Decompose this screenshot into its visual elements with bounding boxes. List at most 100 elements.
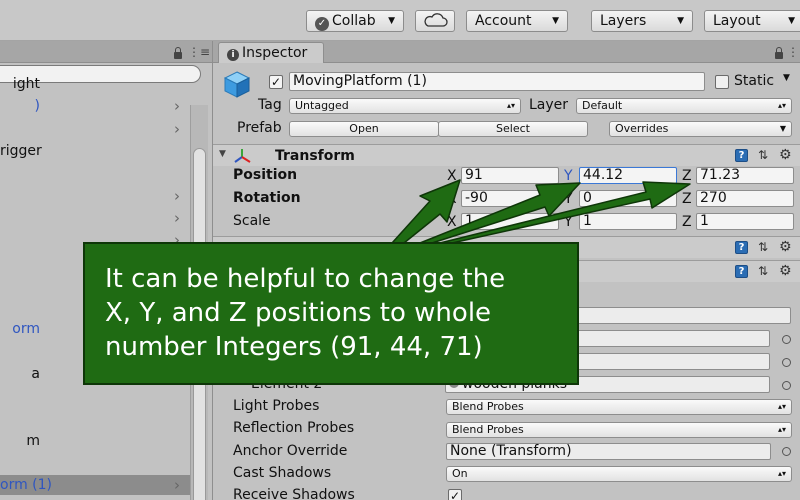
anchor-override-field[interactable]: None (Transform) [446,443,771,460]
updown-icon: ▴▾ [777,101,786,110]
cast-shadows-dropdown[interactable]: On ▴▾ [446,466,792,482]
position-label: Position [233,167,298,183]
position-z-label[interactable]: Z [682,167,692,185]
expand-arrow-icon[interactable]: › [174,475,180,495]
hierarchy-item[interactable]: rigger [0,141,190,161]
position-z-field[interactable]: 71.23 [696,167,794,184]
prefab-open-button[interactable]: Open [289,121,439,137]
gear-icon[interactable]: ⚙ [779,240,793,254]
hierarchy-item[interactable]: ight [0,74,190,94]
inspector-tab-label: Inspector [242,45,308,61]
cast-shadows-label: Cast Shadows [233,465,332,481]
rotation-z-field[interactable]: 270 [696,190,794,207]
object-picker-icon[interactable] [782,447,791,456]
scale-x-label[interactable]: X [447,213,457,231]
object-name-field[interactable]: MovingPlatform (1) [289,72,705,91]
lock-icon[interactable] [174,47,182,59]
hierarchy-item[interactable] [0,409,190,429]
help-icon[interactable]: ? [735,265,748,278]
annotation-callout: It can be helpful to change the X, Y, an… [83,242,579,385]
rotation-z-label[interactable]: Z [682,190,692,208]
static-dropdown-arrow[interactable]: ▼ [783,73,790,83]
help-icon[interactable]: ? [735,241,748,254]
gear-icon[interactable]: ⚙ [779,264,793,278]
light-probes-dropdown[interactable]: Blend Probes ▴▾ [446,399,792,415]
account-dropdown[interactable]: Account ▼ [466,10,568,32]
panel-menu-icon[interactable]: ⋮≡ [188,46,210,58]
rotation-x-field[interactable]: -90 [461,190,559,207]
check-circle-icon: ✓ [315,17,329,31]
tag-dropdown[interactable]: Untagged ▴▾ [289,98,521,114]
expand-arrow-icon[interactable]: › [174,208,180,228]
light-probes-value: Blend Probes [452,400,524,413]
hierarchy-item[interactable]: › [0,208,190,228]
object-picker-icon[interactable] [782,335,791,344]
inspector-tab-bar: iInspector ⋮≡ [213,41,800,63]
expand-arrow-icon[interactable]: › [174,96,180,116]
position-x-label[interactable]: X [447,167,457,185]
transform-title: Transform [275,148,355,164]
account-label: Account [475,13,532,29]
prefab-select-button[interactable]: Select [438,121,588,137]
rotation-y-label[interactable]: Y [564,190,573,208]
scale-y-label[interactable]: Y [564,213,573,231]
receive-shadows-checkbox[interactable]: ✓ [448,489,462,500]
anchor-override-label: Anchor Override [233,443,348,459]
hierarchy-item[interactable]: m [0,431,190,451]
gear-icon[interactable]: ⚙ [779,148,793,162]
transform-header[interactable]: ▼ Transform ? ⇅ ⚙ [213,144,800,166]
panel-menu-icon[interactable]: ⋮≡ [787,46,800,58]
scale-z-field[interactable]: 1 [696,213,794,230]
help-icon[interactable]: ? [735,149,748,162]
cube-icon [223,71,251,98]
cloud-button[interactable] [415,10,455,32]
foldout-arrow-icon[interactable]: ▼ [219,149,226,159]
reflection-probes-dropdown[interactable]: Blend Probes ▴▾ [446,422,792,438]
chevron-down-icon: ▼ [779,124,786,133]
hierarchy-item[interactable] [0,453,190,473]
hierarchy-item[interactable]: ) › [0,96,190,116]
position-y-field[interactable]: 44.12 [579,167,677,184]
tag-label: Tag [258,97,282,113]
static-checkbox[interactable] [715,75,729,89]
updown-icon: ▴▾ [506,101,515,110]
hierarchy-item[interactable]: › [0,119,190,139]
object-picker-icon[interactable] [782,381,791,390]
lock-icon[interactable] [775,47,783,59]
expand-arrow-icon[interactable]: › [174,186,180,206]
scale-x-field[interactable]: 1 [461,213,559,230]
presets-icon[interactable]: ⇅ [756,148,770,162]
prefab-overrides-dropdown[interactable]: Overrides ▼ [609,121,792,137]
tab-inspector[interactable]: i Inspector [218,42,324,63]
presets-icon[interactable]: ⇅ [756,240,770,254]
position-y-label[interactable]: Y [564,167,573,185]
layer-dropdown[interactable]: Default ▴▾ [576,98,792,114]
active-checkbox[interactable]: ✓ [269,75,283,89]
hierarchy-item[interactable]: › [0,186,190,206]
expand-arrow-icon[interactable]: › [174,119,180,139]
rotation-y-field[interactable]: 0 [579,190,677,207]
layers-dropdown[interactable]: Layers ▼ [591,10,693,32]
hierarchy-item-label: orm [12,321,40,338]
object-picker-icon[interactable] [782,358,791,367]
cast-shadows-value: On [452,467,468,480]
tag-value: Untagged [295,99,349,112]
hierarchy-item[interactable] [0,386,190,406]
hierarchy-item[interactable]: orm (1) › [0,475,190,496]
static-label: Static [734,73,775,89]
prefab-label: Prefab [237,120,282,136]
prefab-overrides-label: Overrides [615,122,669,135]
layout-dropdown[interactable]: Layout ▼ [704,10,800,32]
transform-icon [234,149,251,163]
position-x-field[interactable]: 91 [461,167,559,184]
collab-label: Collab [332,13,376,29]
rotation-x-label[interactable]: X [447,190,457,208]
collab-button[interactable]: ✓ Collab ▼ [306,10,404,32]
hierarchy-item-label: rigger [0,142,42,159]
chevron-down-icon: ▼ [552,16,559,26]
scale-z-label[interactable]: Z [682,213,692,231]
reflection-probes-value: Blend Probes [452,423,524,436]
scale-y-field[interactable]: 1 [579,213,677,230]
presets-icon[interactable]: ⇅ [756,264,770,278]
hierarchy-item[interactable] [0,163,190,183]
